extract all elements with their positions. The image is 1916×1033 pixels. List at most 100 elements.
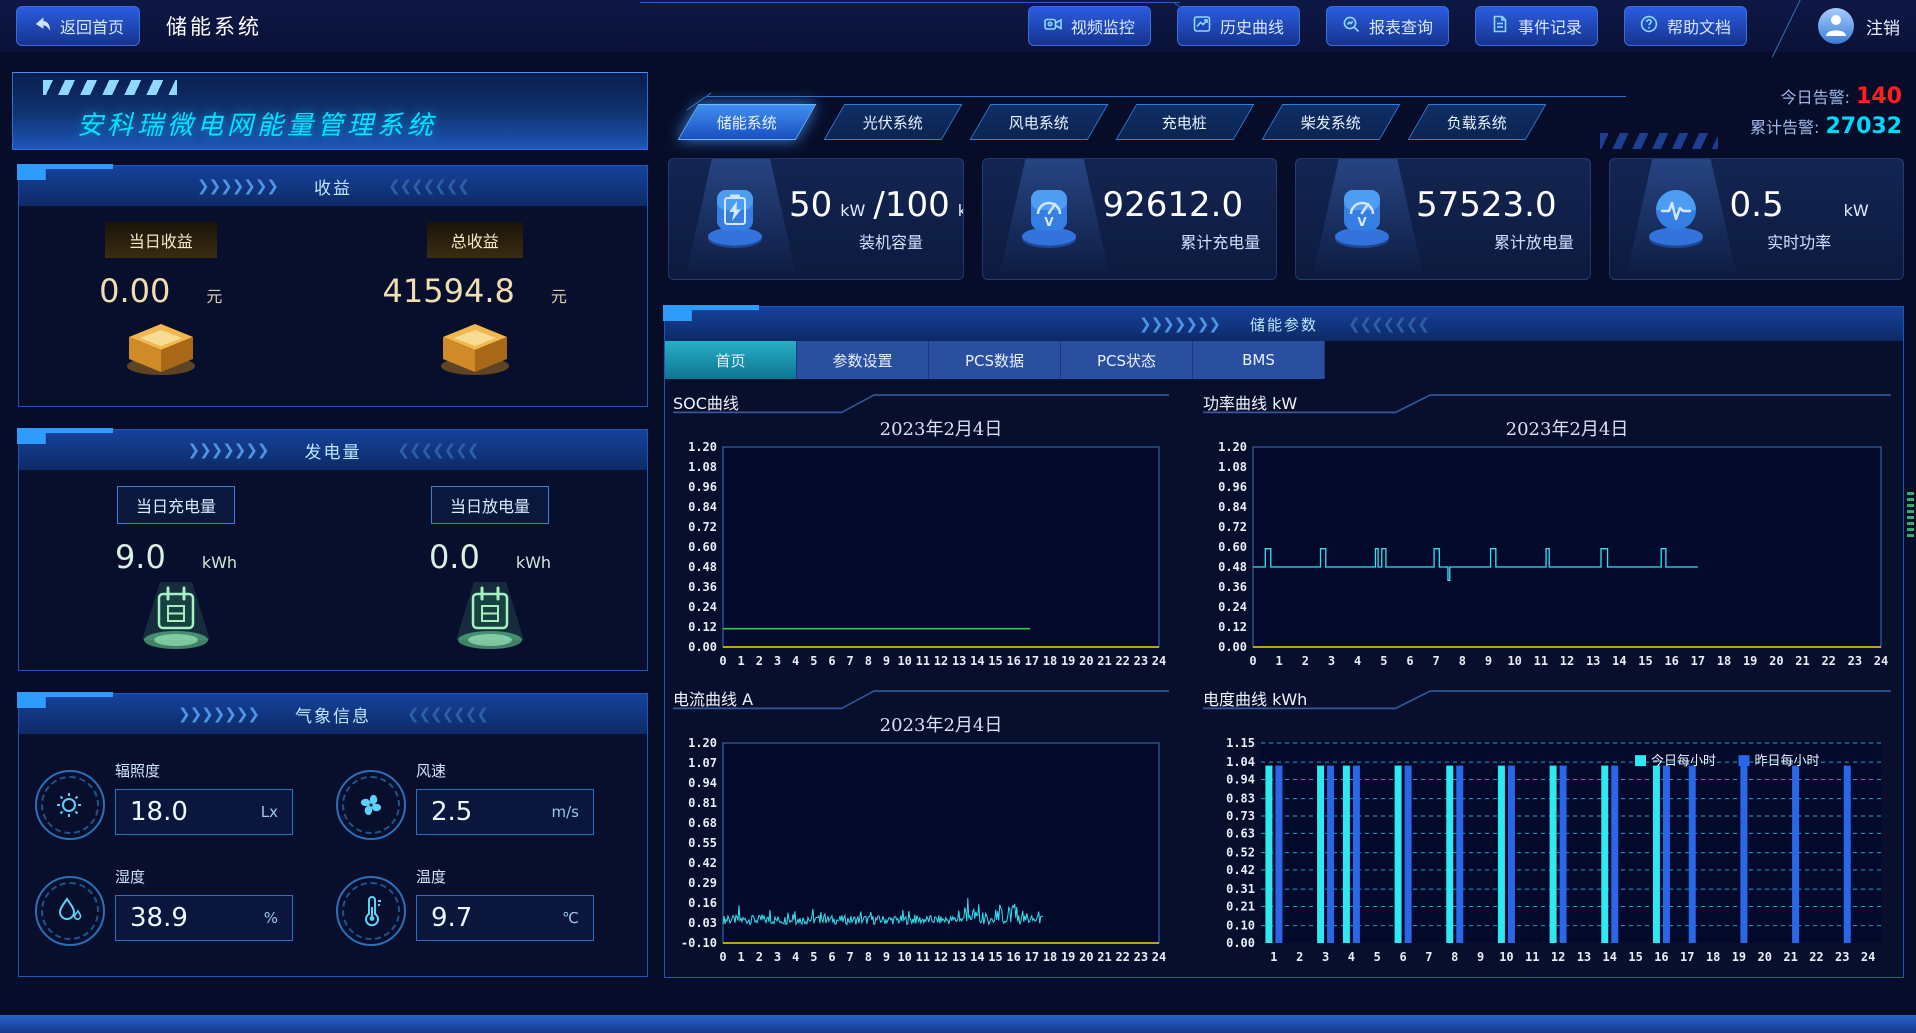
svg-text:15: 15 — [1638, 654, 1652, 668]
svg-text:0.83: 0.83 — [1226, 792, 1255, 806]
svg-text:24: 24 — [1152, 654, 1166, 668]
svg-text:9: 9 — [1477, 950, 1484, 964]
capacity-value: 50 — [789, 185, 832, 225]
video-icon — [1044, 15, 1062, 38]
arrows-right-icon: ❯❯❯❯❯❯❯ — [178, 707, 259, 722]
revenue-title: 收益 — [314, 174, 352, 199]
svg-text:0.60: 0.60 — [688, 540, 717, 554]
report-query-button[interactable]: 报表查询 — [1326, 6, 1449, 46]
svg-text:21: 21 — [1783, 950, 1797, 964]
svg-text:7: 7 — [1433, 654, 1440, 668]
svg-text:6: 6 — [828, 654, 835, 668]
power-chart-header: 功率曲线 kW — [1203, 387, 1895, 417]
event-log-label: 事件记录 — [1518, 14, 1582, 38]
avatar[interactable] — [1818, 8, 1854, 44]
temperature-label: 温度 — [416, 866, 446, 887]
svg-text:0.03: 0.03 — [688, 916, 717, 930]
report-search-icon — [1342, 15, 1360, 38]
system-tabs: 储能系统 光伏系统 风电系统 充电桩 柴发系统 负载系统 — [688, 104, 1536, 140]
svg-text:17: 17 — [1680, 950, 1694, 964]
power-chart-plot: 2023年2月4日0.000.120.240.360.480.600.720.8… — [1203, 417, 1895, 673]
light-beam-decoration — [1626, 159, 1738, 279]
svg-text:0.24: 0.24 — [1218, 600, 1247, 614]
svg-text:24: 24 — [1874, 654, 1888, 668]
irradiance-value: 18.0 — [130, 797, 188, 827]
svg-text:14: 14 — [1603, 950, 1617, 964]
tab-pcs-data[interactable]: PCS数据 — [929, 341, 1061, 379]
svg-text:0: 0 — [719, 950, 726, 964]
svg-text:22: 22 — [1115, 654, 1129, 668]
svg-text:17: 17 — [1025, 950, 1039, 964]
temperature-unit: ℃ — [562, 909, 579, 927]
tab-diesel-system[interactable]: 柴发系统 — [1262, 104, 1401, 140]
history-curve-button[interactable]: 历史曲线 — [1177, 6, 1300, 46]
diagonal-separator — [1772, 0, 1804, 58]
svg-text:0.63: 0.63 — [1226, 826, 1255, 840]
back-home-button[interactable]: 返回首页 — [16, 6, 140, 46]
total-revenue-value: 41594.8 — [383, 272, 515, 310]
total-alarm-label: 累计告警: — [1750, 118, 1819, 137]
tab-home[interactable]: 首页 — [665, 341, 797, 379]
event-log-icon — [1491, 15, 1509, 38]
tab-wind-label: 风电系统 — [1009, 112, 1069, 133]
help-doc-button[interactable]: 帮助文档 — [1624, 6, 1747, 46]
arrows-left-icon: ❮❮❮❮❮❮❮ — [388, 179, 469, 194]
tab-param-settings[interactable]: 参数设置 — [797, 341, 929, 379]
current-chart-title: 电流曲线 A — [673, 686, 753, 710]
footer-bar — [0, 1015, 1916, 1033]
svg-text:1.08: 1.08 — [688, 460, 717, 474]
svg-text:14: 14 — [970, 654, 984, 668]
wind-speed-item: 风速 2.5 m/s — [336, 756, 631, 840]
tab-storage-system[interactable]: 储能系统 — [678, 104, 817, 140]
tab-wind-system[interactable]: 风电系统 — [970, 104, 1109, 140]
tab-charging-pile[interactable]: 充电桩 — [1116, 104, 1255, 140]
soc-chart-plot: 2023年2月4日0.000.120.240.360.480.600.720.8… — [673, 417, 1173, 673]
storage-params-header: ❯❯❯❯❯❯❯ 储能参数 ❮❮❮❮❮❮❮ — [665, 307, 1903, 341]
humidity-value: 38.9 — [130, 903, 188, 933]
history-curve-label: 历史曲线 — [1220, 14, 1284, 38]
stat-card-capacity: 50 kW /100 kWh 装机容量 — [668, 158, 964, 280]
brand-panel: 安科瑞微电网能量管理系统 — [12, 72, 648, 150]
scrollbar-thumb[interactable] — [1907, 492, 1914, 538]
svg-text:17: 17 — [1691, 654, 1705, 668]
generation-body: 当日充电量 9.0 kWh — [19, 470, 647, 656]
tab-pcs-status[interactable]: PCS状态 — [1061, 341, 1193, 379]
alarm-summary: 今日告警:140 累计告警:27032 — [1750, 84, 1902, 144]
hatch-decoration-icon — [1600, 133, 1718, 149]
svg-text:3: 3 — [774, 654, 781, 668]
svg-text:19: 19 — [1732, 950, 1746, 964]
tab-pv-system[interactable]: 光伏系统 — [824, 104, 963, 140]
svg-text:15: 15 — [988, 950, 1002, 964]
svg-text:2: 2 — [1302, 654, 1309, 668]
svg-text:昨日每小时: 昨日每小时 — [1755, 753, 1820, 769]
svg-text:22: 22 — [1821, 654, 1835, 668]
capacity-unit2: kWh — [958, 201, 964, 220]
svg-text:12: 12 — [1560, 654, 1574, 668]
daily-charge-label: 当日充电量 — [117, 486, 235, 524]
gold-box-icon — [113, 314, 209, 382]
tab-bms[interactable]: BMS — [1193, 341, 1325, 379]
realtime-power-value: 0.5 — [1730, 185, 1784, 225]
svg-text:24: 24 — [1861, 950, 1875, 964]
svg-text:4: 4 — [1354, 654, 1361, 668]
back-home-label: 返回首页 — [60, 14, 124, 38]
irradiance-item: 辐照度 18.0 Lx — [35, 756, 330, 840]
arrows-left-icon: ❮❮❮❮❮❮❮ — [1348, 317, 1429, 332]
capacity-value2: /100 — [873, 185, 949, 225]
tab-load-system[interactable]: 负载系统 — [1408, 104, 1547, 140]
video-monitor-button[interactable]: 视频监控 — [1028, 6, 1151, 46]
params-tabs: 首页 参数设置 PCS数据 PCS状态 BMS — [665, 341, 1325, 379]
svg-text:1: 1 — [738, 654, 745, 668]
svg-text:16: 16 — [1006, 950, 1020, 964]
svg-text:23: 23 — [1134, 654, 1148, 668]
stat-card-discharge-total: V 57523.0 kWh 累计放电量 — [1295, 158, 1591, 280]
svg-text:1: 1 — [1276, 654, 1283, 668]
event-log-button[interactable]: 事件记录 — [1475, 6, 1598, 46]
logout-button[interactable]: 注销 — [1866, 14, 1900, 39]
total-revenue-label: 总收益 — [427, 222, 523, 258]
capacity-unit: kW — [840, 201, 865, 220]
irradiance-unit: Lx — [261, 803, 278, 821]
svg-text:2: 2 — [1296, 950, 1303, 964]
svg-text:16: 16 — [1654, 950, 1668, 964]
svg-text:20: 20 — [1769, 654, 1783, 668]
